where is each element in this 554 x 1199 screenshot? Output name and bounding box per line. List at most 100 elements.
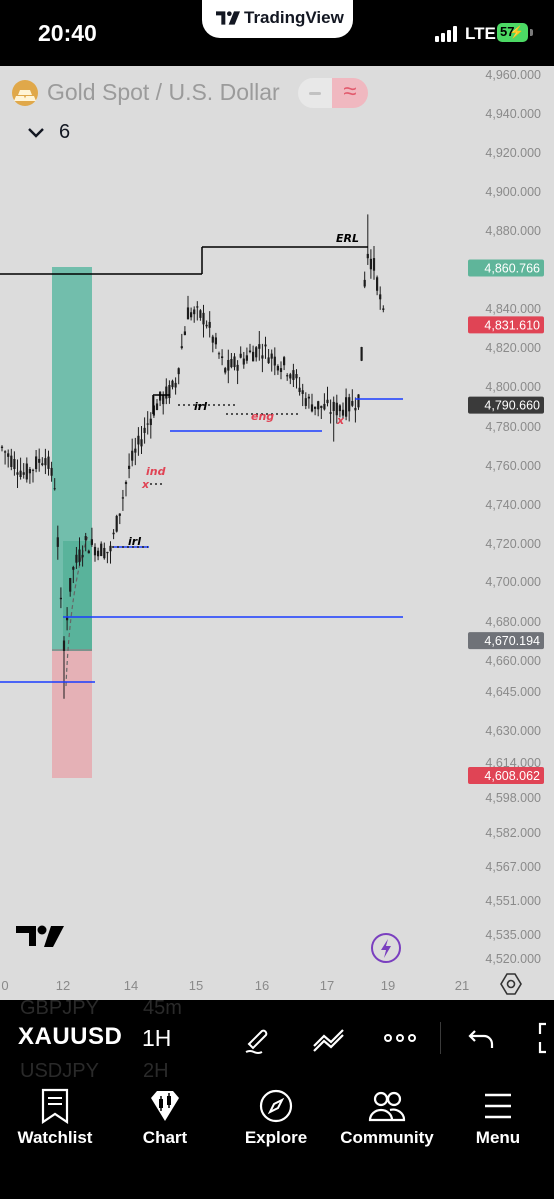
chart-annotation[interactable]: ERL xyxy=(336,232,359,245)
candle-body xyxy=(97,550,100,557)
tab-community-label: Community xyxy=(340,1128,434,1147)
approx-icon[interactable]: ≈ xyxy=(332,78,368,108)
price-tick-label: 4,520.000 xyxy=(485,952,541,966)
toolbar-divider xyxy=(440,1022,441,1054)
tab-watchlist-label: Watchlist xyxy=(17,1128,93,1147)
time-tick-label: 17 xyxy=(320,978,334,993)
settings-icon[interactable] xyxy=(500,973,522,995)
candle-body xyxy=(379,294,382,300)
status-time: 20:40 xyxy=(38,20,97,46)
time-tick-label: 15 xyxy=(189,978,203,993)
candle-body xyxy=(59,597,62,600)
tab-watchlist[interactable]: Watchlist xyxy=(0,1086,110,1166)
candle-body xyxy=(134,448,137,453)
candle-body xyxy=(106,551,109,554)
network-type: LTE xyxy=(465,24,496,43)
candle-body xyxy=(205,324,208,327)
candle-body xyxy=(62,640,66,651)
candle-body xyxy=(7,453,10,457)
candle-body xyxy=(242,358,245,365)
candle-body xyxy=(19,470,22,477)
tradingview-pill[interactable]: TradingView xyxy=(202,0,353,38)
chart-annotation[interactable]: x xyxy=(141,478,150,491)
price-tick-label: 4,940.000 xyxy=(485,107,541,121)
menu-icon xyxy=(485,1093,511,1119)
chart-annotation[interactable]: eng xyxy=(251,410,274,423)
tab-chart[interactable]: Chart xyxy=(110,1086,220,1166)
candle-body xyxy=(171,380,174,388)
candle-body xyxy=(295,374,298,379)
price-badge-label: 4,608.062 xyxy=(484,769,540,783)
candle-body xyxy=(289,374,292,379)
price-tick-label: 4,960.000 xyxy=(485,68,541,82)
candle-body xyxy=(109,545,112,552)
price-tick-label: 4,551.000 xyxy=(485,894,541,908)
candle-body xyxy=(193,309,196,315)
price-tick-label: 4,700.000 xyxy=(485,575,541,589)
candle-body xyxy=(31,469,35,471)
status-bar: 20:40 TradingView LTE 57 ⚡ xyxy=(0,0,554,66)
candle-body xyxy=(366,253,369,259)
candle-body xyxy=(121,497,124,499)
remove-icon[interactable] xyxy=(298,78,332,108)
candle-body xyxy=(310,404,314,412)
candle-body xyxy=(28,469,31,474)
candle-body xyxy=(314,406,317,409)
candle-body xyxy=(75,554,78,563)
lightning-icon[interactable] xyxy=(371,933,401,963)
charging-bolt-icon: ⚡ xyxy=(509,25,524,39)
drawing-brush-icon[interactable] xyxy=(238,1018,278,1058)
stop-zone[interactable] xyxy=(52,651,92,778)
tab-explore[interactable]: Explore xyxy=(221,1086,331,1166)
tab-menu[interactable]: Menu xyxy=(443,1086,553,1166)
candle-body xyxy=(255,347,258,358)
candle-body xyxy=(298,387,301,393)
fullscreen-icon[interactable] xyxy=(532,1018,554,1058)
candle-body xyxy=(41,463,44,465)
symbol-selector[interactable]: XAUUSD xyxy=(18,1023,122,1051)
candle-body xyxy=(143,427,146,433)
price-tick-label: 4,880.000 xyxy=(485,224,541,238)
drawing-tools-icon[interactable] xyxy=(309,1018,349,1058)
candle-body xyxy=(35,456,38,470)
chart-annotation[interactable]: irl xyxy=(128,535,141,548)
chart-area[interactable]: ERL irl eng x ind x irl 4,960.000 4,940.000 4,92… xyxy=(0,66,554,1000)
candle-body xyxy=(168,385,171,399)
candle-body xyxy=(124,482,128,485)
tab-community[interactable]: Community xyxy=(332,1086,442,1166)
candle-body xyxy=(208,321,211,328)
candle-body xyxy=(140,439,143,447)
candle-body xyxy=(292,370,295,380)
candle-body xyxy=(202,312,205,325)
chart-annotation[interactable]: irl xyxy=(194,400,207,413)
price-tick-label: 4,820.000 xyxy=(485,341,541,355)
candle-body xyxy=(4,451,7,453)
ghost-interval-above: 45m xyxy=(143,1000,182,1019)
candle-body xyxy=(131,450,134,461)
price-tick-label: 4,720.000 xyxy=(485,537,541,551)
undo-icon[interactable] xyxy=(462,1018,502,1058)
chart-annotation[interactable]: ind xyxy=(146,465,166,478)
candle-body xyxy=(317,401,320,410)
price-tick-label: 4,582.000 xyxy=(485,826,541,840)
candle-body xyxy=(100,543,103,557)
candle-body xyxy=(81,554,84,558)
candle-body xyxy=(155,403,159,410)
candle-body xyxy=(329,412,332,414)
symbol-title[interactable]: Gold Spot / U.S. Dollar xyxy=(47,79,280,106)
ghost-symbol-above: GBPJPY xyxy=(20,1000,99,1019)
candle-body xyxy=(69,578,72,592)
candle-body xyxy=(354,407,357,411)
price-chart[interactable]: ERLirleng xindxirl 4,960.0004,940.0004,92… xyxy=(0,66,554,1000)
indicators-count: 6 xyxy=(59,121,71,143)
tab-explore-label: Explore xyxy=(244,1128,308,1147)
candle-body xyxy=(230,359,233,368)
candle-body xyxy=(149,418,152,426)
interval-selector[interactable]: 1H xyxy=(142,1025,171,1052)
candle-body xyxy=(351,401,354,406)
candle-body xyxy=(25,463,28,480)
more-icon[interactable] xyxy=(380,1018,420,1058)
candle-body xyxy=(22,472,25,475)
candle-body xyxy=(38,458,41,463)
chart-annotation[interactable]: x xyxy=(336,414,345,427)
